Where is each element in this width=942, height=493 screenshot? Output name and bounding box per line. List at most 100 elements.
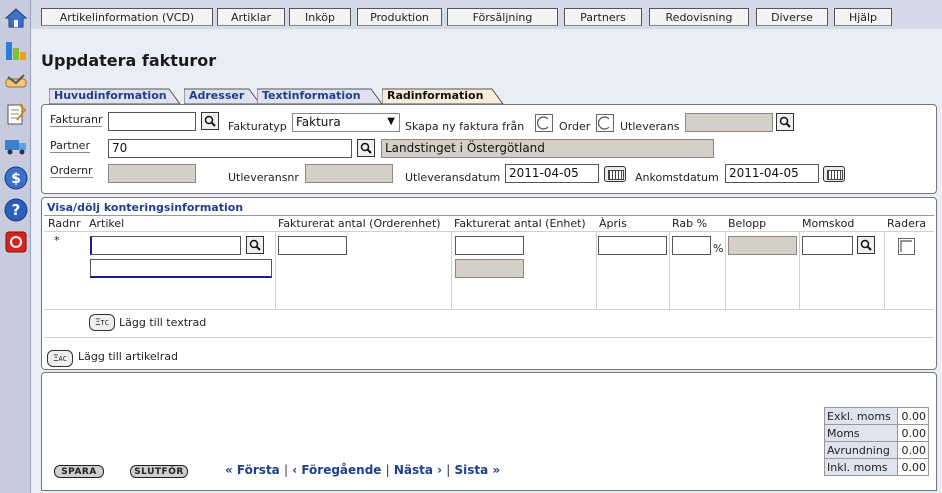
home-icon[interactable] — [4, 6, 28, 30]
order-label: Order — [559, 120, 591, 133]
totals-label: Avrundning — [824, 441, 898, 459]
nav-tab-forsaljning[interactable]: Försäljning — [447, 8, 558, 26]
nav-tab-produktion[interactable]: Produktion — [357, 8, 442, 26]
notepad-icon[interactable] — [4, 102, 28, 126]
utleverans-input[interactable] — [685, 113, 773, 132]
pager-prev[interactable]: ‹ Föregående — [292, 463, 381, 477]
order-radio[interactable] — [535, 114, 553, 132]
subtab-adresser[interactable]: Adresser — [184, 88, 261, 104]
momskod-input[interactable] — [802, 236, 853, 255]
search-icon — [860, 239, 872, 251]
pager-first[interactable]: « Första — [225, 463, 280, 477]
utleverans-search-button[interactable] — [776, 113, 794, 131]
totals-row: Exkl. moms 0.00 — [824, 407, 930, 425]
antal-enhet-input[interactable] — [455, 236, 524, 255]
totals-table: Exkl. moms 0.00 Moms 0.00 Avrundning 0.00 I… — [824, 407, 930, 476]
artikel-search-button[interactable] — [246, 236, 264, 254]
fakturanr-input[interactable] — [108, 112, 196, 131]
partner-input[interactable]: 70 — [108, 139, 352, 158]
ankomstdatum-calendar-icon[interactable] — [823, 166, 845, 182]
utleveransnr-input[interactable] — [305, 164, 393, 183]
ankomstdatum-label: Ankomstdatum — [635, 171, 719, 184]
search-icon — [360, 142, 372, 154]
totals-label: Inkl. moms — [824, 458, 898, 476]
nav-tab-redovisning[interactable]: Redovisning — [649, 8, 749, 26]
totals-value: 0.00 — [896, 424, 930, 442]
pager-separator: | — [385, 463, 390, 477]
partner-label: Partner — [50, 139, 90, 153]
col-belopp: Belopp — [728, 217, 767, 230]
pager-separator: | — [283, 463, 289, 477]
utleverans-radio[interactable] — [596, 114, 614, 132]
dollar-icon[interactable]: $ — [4, 166, 28, 190]
nav-tab-diverse[interactable]: Diverse — [756, 8, 828, 26]
artikel-description-input[interactable] — [90, 259, 272, 278]
help-icon[interactable]: ? — [4, 198, 28, 222]
toggle-kontering-link[interactable]: Visa/dölj konteringsinformation — [47, 201, 243, 214]
totals-row: Avrundning 0.00 — [824, 441, 930, 459]
belopp-field — [728, 236, 797, 255]
ordernr-input[interactable] — [108, 164, 196, 183]
radio-circle-icon — [537, 116, 549, 130]
fakturanr-search-button[interactable] — [201, 112, 219, 130]
power-off-icon[interactable] — [4, 230, 28, 254]
col-rab: Rab % — [672, 217, 708, 230]
pager-last[interactable]: Sista » — [455, 463, 501, 477]
totals-label: Moms — [824, 424, 898, 442]
subtab-huvudinformation[interactable]: Huvudinformation — [49, 88, 181, 104]
main-content: Uppdatera fakturor Huvudinformation Adre… — [31, 29, 942, 493]
utleveransdatum-input[interactable]: 2011-04-05 — [505, 164, 599, 183]
apris-input[interactable] — [598, 236, 667, 255]
top-navigation: Artikelinformation (VCD) Artiklar Inköp … — [31, 0, 942, 29]
subtab-textinformation[interactable]: Textinformation — [257, 88, 383, 104]
momskod-search-button[interactable] — [857, 236, 875, 254]
col-apris: Àpris — [599, 217, 627, 230]
subtab-radinformation[interactable]: Radinformation — [382, 88, 504, 104]
nav-tab-artikelinformation[interactable]: Artikelinformation (VCD) — [41, 8, 213, 26]
col-radera: Radera — [887, 217, 927, 230]
finish-button[interactable]: SLUTFÖR — [130, 465, 188, 478]
fakturatyp-label: Fakturatyp — [228, 120, 287, 133]
invoice-header-panel: Fakturanr Fakturatyp Faktura ▼ Skapa ny … — [41, 104, 937, 194]
bar-chart-icon[interactable] — [4, 38, 28, 62]
totals-label: Exkl. moms — [824, 407, 898, 425]
col-fakturerat-enhet: Fakturerat antal (Enhet) — [454, 217, 586, 230]
col-artikel: Artikel — [89, 217, 125, 230]
pager-separator: | — [446, 463, 451, 477]
artikel-input[interactable] — [90, 236, 241, 255]
partner-search-button[interactable] — [357, 139, 375, 157]
ankomstdatum-input[interactable]: 2011-04-05 — [725, 164, 819, 183]
truck-icon[interactable] — [4, 134, 28, 158]
chevron-down-icon: ▼ — [387, 116, 395, 127]
add-artikelrad-link[interactable]: Lägg till artikelrad — [78, 350, 178, 363]
utleveransdatum-calendar-icon[interactable] — [604, 166, 626, 182]
ordernr-label: Ordernr — [50, 164, 93, 178]
search-icon — [204, 115, 216, 127]
fakturatyp-select[interactable]: Faktura ▼ — [292, 113, 400, 132]
totals-value: 0.00 — [896, 458, 930, 476]
antal-orderenhet-input[interactable] — [278, 236, 347, 255]
add-textrad-icon[interactable]: Ξ TC — [89, 314, 115, 331]
nav-tab-hjalp[interactable]: Hjälp — [834, 8, 892, 26]
svg-text:$: $ — [11, 171, 21, 187]
add-textrad-link[interactable]: Lägg till textrad — [119, 316, 206, 329]
radera-checkbox[interactable] — [898, 238, 915, 255]
totals-value: 0.00 — [896, 441, 930, 459]
nav-tab-partners[interactable]: Partners — [564, 8, 642, 26]
save-button[interactable]: SPARA — [54, 465, 104, 478]
nav-tab-artiklar[interactable]: Artiklar — [217, 8, 285, 26]
percent-sign: % — [713, 242, 724, 255]
col-fakturerat-orderenhet: Fakturerat antal (Orderenhet) — [278, 217, 441, 230]
search-icon — [249, 239, 261, 251]
rab-input[interactable] — [672, 236, 711, 255]
nav-tab-inkop[interactable]: Inköp — [289, 8, 351, 26]
handshake-icon[interactable] — [4, 70, 28, 94]
add-artikelrad-icon[interactable]: Ξ AC — [47, 350, 73, 367]
radio-circle-icon — [598, 116, 610, 130]
totals-row: Moms 0.00 — [824, 424, 930, 442]
partner-name-field: Landstinget i Östergötland — [381, 139, 714, 158]
pager-next[interactable]: Nästa › — [394, 463, 442, 477]
pagination: « Första | ‹ Föregående | Nästa › | Sist… — [225, 463, 500, 477]
col-momskod: Momskod — [802, 217, 855, 230]
search-icon — [779, 116, 791, 128]
